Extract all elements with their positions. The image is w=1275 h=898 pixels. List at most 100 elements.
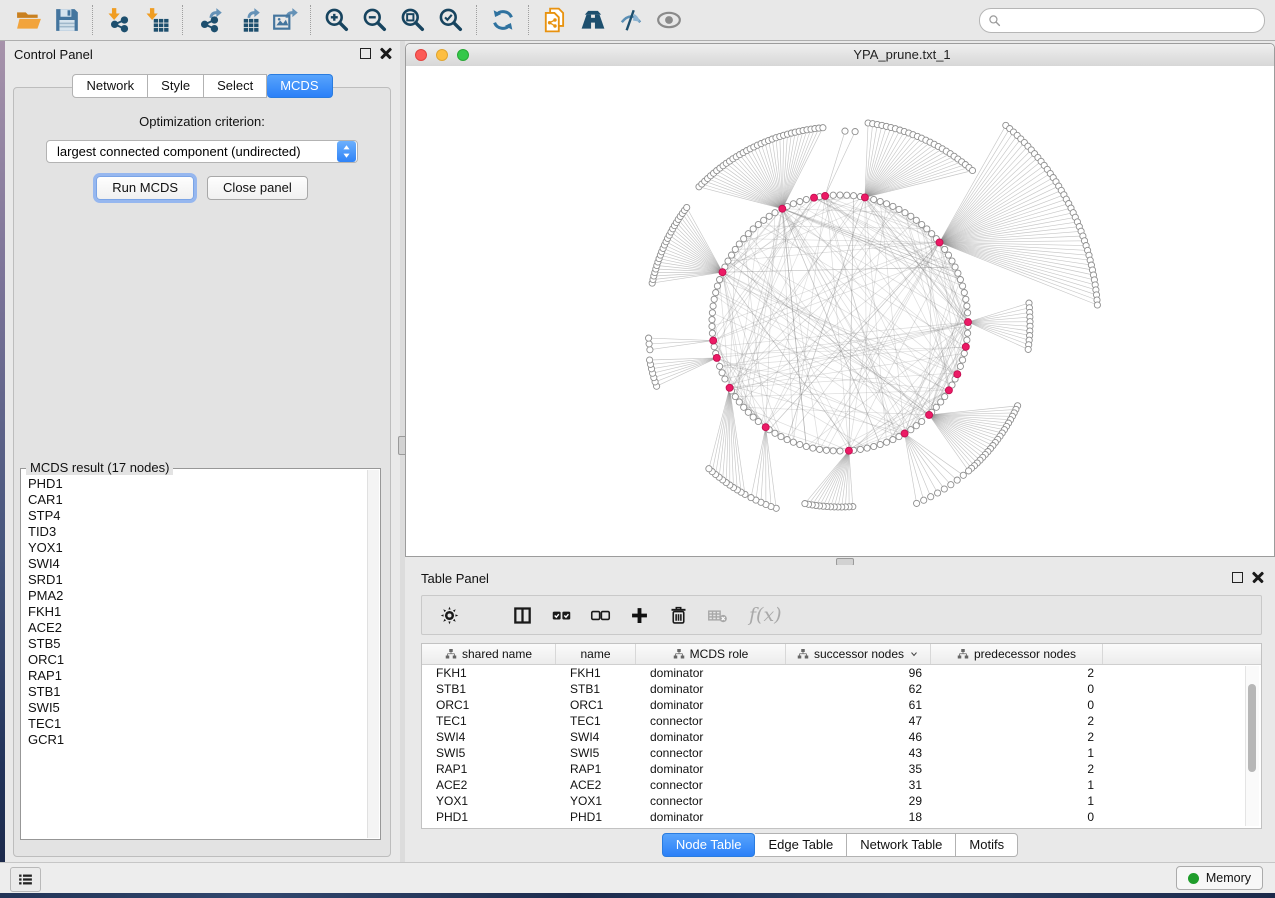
- float-window-icon[interactable]: [1232, 572, 1243, 583]
- tree-icon: [957, 648, 969, 660]
- add-column-icon[interactable]: [628, 604, 650, 626]
- table-row[interactable]: TEC1TEC1connector472: [422, 713, 1261, 729]
- task-history-button[interactable]: [10, 867, 41, 892]
- table-scrollbar-thumb[interactable]: [1248, 684, 1256, 772]
- search-input[interactable]: [1006, 12, 1256, 28]
- zoom-fit-icon[interactable]: [394, 3, 432, 37]
- mcds-result-item[interactable]: STB5: [28, 636, 379, 652]
- open-icon[interactable]: [10, 3, 48, 37]
- network-window-title: YPA_prune.txt_1: [853, 47, 950, 62]
- tab-network[interactable]: Network: [72, 74, 148, 98]
- save-icon[interactable]: [48, 3, 86, 37]
- cell-MCDS-role: dominator: [636, 762, 786, 776]
- mcds-result-item[interactable]: STB1: [28, 684, 379, 700]
- mcds-result-item[interactable]: RAP1: [28, 668, 379, 684]
- mcds-result-item[interactable]: PHD1: [28, 476, 379, 492]
- zoom-selected-icon[interactable]: [432, 3, 470, 37]
- mcds-result-item[interactable]: GCR1: [28, 732, 379, 748]
- import-network-icon[interactable]: [100, 3, 138, 37]
- refresh-icon[interactable]: [484, 3, 522, 37]
- cell-predecessor-nodes: 0: [931, 698, 1103, 712]
- memory-button[interactable]: Memory: [1176, 866, 1263, 890]
- search-network-icon[interactable]: [574, 3, 612, 37]
- zoom-out-icon[interactable]: [356, 3, 394, 37]
- tab-motifs[interactable]: Motifs: [956, 833, 1018, 857]
- cell-name: ORC1: [556, 698, 636, 712]
- column-header-successor-nodes[interactable]: successor nodes: [786, 644, 931, 664]
- mcds-result-item[interactable]: ORC1: [28, 652, 379, 668]
- table-row[interactable]: ORC1ORC1dominator610: [422, 697, 1261, 713]
- search-box[interactable]: [979, 8, 1265, 33]
- table-row[interactable]: PHD1PHD1dominator180: [422, 809, 1261, 825]
- gear-icon[interactable]: [438, 604, 460, 626]
- columns-icon[interactable]: [511, 604, 533, 626]
- table-scrollbar[interactable]: [1245, 666, 1259, 826]
- sort-desc-icon: [909, 649, 919, 659]
- mcds-result-item[interactable]: ACE2: [28, 620, 379, 636]
- column-header-name[interactable]: name: [556, 644, 636, 664]
- column-header-MCDS-role[interactable]: MCDS role: [636, 644, 786, 664]
- tab-mcds[interactable]: MCDS: [267, 74, 332, 98]
- column-header-shared-name[interactable]: shared name: [422, 644, 556, 664]
- tab-style[interactable]: Style: [148, 74, 204, 98]
- table-row[interactable]: ACE2ACE2connector311: [422, 777, 1261, 793]
- clone-network-icon[interactable]: [536, 3, 574, 37]
- selected-criterion: largest connected component (undirected): [47, 144, 337, 159]
- close-panel-icon[interactable]: [1252, 571, 1264, 583]
- status-bar: Memory: [0, 862, 1275, 893]
- cell-MCDS-role: dominator: [636, 666, 786, 680]
- table-panel-header: Table Panel: [405, 565, 1275, 591]
- function-builder-icon: f(x): [749, 604, 782, 626]
- tab-edge-table[interactable]: Edge Table: [755, 833, 847, 857]
- run-mcds-button[interactable]: Run MCDS: [96, 176, 194, 200]
- tab-node-table[interactable]: Node Table: [662, 833, 756, 857]
- close-window-icon[interactable]: [415, 49, 427, 61]
- float-window-icon[interactable]: [360, 48, 371, 59]
- maximize-window-icon[interactable]: [457, 49, 469, 61]
- minimize-window-icon[interactable]: [436, 49, 448, 61]
- tab-select[interactable]: Select: [204, 74, 267, 98]
- optimization-criterion-select[interactable]: largest connected component (undirected): [46, 140, 358, 163]
- table-row[interactable]: SWI5SWI5connector431: [422, 745, 1261, 761]
- mcds-result-item[interactable]: FKH1: [28, 604, 379, 620]
- cell-predecessor-nodes: 2: [931, 666, 1103, 680]
- deselect-all-icon[interactable]: [589, 604, 611, 626]
- mcds-result-item[interactable]: STP4: [28, 508, 379, 524]
- table-row[interactable]: YOX1YOX1connector291: [422, 793, 1261, 809]
- table-row[interactable]: SWI4SWI4dominator462: [422, 729, 1261, 745]
- delete-column-icon[interactable]: [667, 604, 689, 626]
- mcds-result-scrollbar[interactable]: [367, 470, 379, 838]
- network-window-titlebar[interactable]: YPA_prune.txt_1: [406, 44, 1274, 67]
- close-panel-icon[interactable]: [380, 47, 392, 59]
- mcds-result-item[interactable]: SRD1: [28, 572, 379, 588]
- zoom-in-icon[interactable]: [318, 3, 356, 37]
- column-header-predecessor-nodes[interactable]: predecessor nodes: [931, 644, 1103, 664]
- control-panel: Control Panel NetworkStyleSelectMCDS Opt…: [5, 41, 400, 862]
- cell-shared-name: SWI4: [422, 730, 556, 744]
- mcds-result-item[interactable]: SWI5: [28, 700, 379, 716]
- table-row[interactable]: FKH1FKH1dominator962: [422, 665, 1261, 681]
- export-network-icon[interactable]: [190, 3, 228, 37]
- import-table-icon[interactable]: [138, 3, 176, 37]
- close-panel-button[interactable]: Close panel: [207, 176, 308, 200]
- mcds-result-item[interactable]: YOX1: [28, 540, 379, 556]
- mcds-result-item[interactable]: TID3: [28, 524, 379, 540]
- preview-icon[interactable]: [650, 3, 688, 37]
- cell-name: ACE2: [556, 778, 636, 792]
- tab-network-table[interactable]: Network Table: [847, 833, 956, 857]
- cell-predecessor-nodes: 2: [931, 730, 1103, 744]
- table-row[interactable]: STB1STB1dominator620: [422, 681, 1261, 697]
- table-row[interactable]: RAP1RAP1dominator352: [422, 761, 1261, 777]
- mcds-result-item[interactable]: CAR1: [28, 492, 379, 508]
- export-table-icon[interactable]: [228, 3, 266, 37]
- mcds-result-item[interactable]: SWI4: [28, 556, 379, 572]
- mcds-result-item[interactable]: PMA2: [28, 588, 379, 604]
- export-image-icon[interactable]: [266, 3, 304, 37]
- cell-MCDS-role: connector: [636, 746, 786, 760]
- cell-successor-nodes: 62: [786, 682, 931, 696]
- mcds-result-item[interactable]: TEC1: [28, 716, 379, 732]
- network-canvas[interactable]: [406, 66, 1274, 556]
- select-all-icon[interactable]: [550, 604, 572, 626]
- hide-panels-icon[interactable]: [612, 3, 650, 37]
- cell-successor-nodes: 47: [786, 714, 931, 728]
